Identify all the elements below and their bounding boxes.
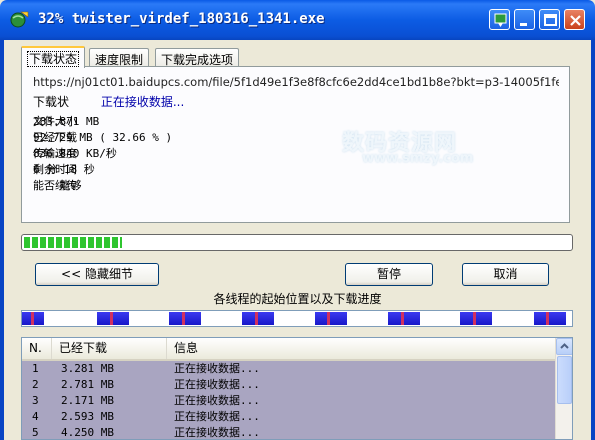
table-row[interactable]: 2 2.781 MB 正在接收数据... — [22, 377, 555, 393]
thread-segment — [169, 312, 202, 325]
table-row[interactable]: 4 2.593 MB 正在接收数据... — [22, 409, 555, 425]
cell-downloaded: 2.593 MB — [61, 410, 114, 423]
minimize-button[interactable] — [514, 9, 535, 30]
maximize-button[interactable] — [539, 9, 560, 30]
cell-downloaded: 2.781 MB — [61, 378, 114, 391]
cell-info: 正在接收数据... — [174, 410, 260, 423]
minimize-icon — [520, 23, 527, 26]
cell-info: 正在接收数据... — [174, 426, 260, 439]
cell-info: 正在接收数据... — [174, 378, 260, 391]
cancel-button[interactable]: 取消 — [462, 263, 549, 286]
close-button[interactable] — [564, 9, 585, 30]
maximize-icon — [544, 14, 557, 26]
tab-download-status[interactable]: 下载状态 — [21, 46, 86, 68]
status-label: 下载状 — [33, 95, 70, 109]
status-row: 下载状 正在接收数据... — [33, 93, 184, 110]
cell-n: 1 — [32, 362, 39, 375]
thread-segment — [22, 312, 44, 325]
cell-downloaded: 3.281 MB — [61, 362, 114, 375]
close-icon — [570, 15, 581, 26]
pause-button[interactable]: 暂停 — [345, 263, 433, 286]
download-url[interactable]: https://nj01ct01.baidupcs.com/file/5f1d4… — [33, 75, 559, 89]
scroll-thumb[interactable] — [557, 356, 572, 404]
column-header-n[interactable]: N. — [22, 338, 52, 359]
column-header-info[interactable]: 信息 — [167, 338, 555, 359]
thread-list: N. 已经下载 信息 1 3.281 MB 正在接收数据... 2 2.781 MB 正在… — [21, 337, 573, 440]
restore-down-icon — [494, 13, 507, 27]
table-row[interactable]: 1 3.281 MB 正在接收数据... — [22, 361, 555, 377]
thread-segment — [460, 312, 493, 325]
tab-completion-options[interactable]: 下载完成选项 — [155, 48, 240, 67]
tab-speed-limit[interactable]: 速度限制 — [89, 48, 150, 67]
watermark: 数码资源网 www.smzy.com — [302, 125, 502, 175]
progress-fill — [24, 237, 123, 248]
scroll-up-button[interactable] — [556, 338, 572, 355]
cell-downloaded: 2.171 MB — [61, 394, 114, 407]
thread-segment — [387, 312, 420, 325]
list-header: N. 已经下载 信息 — [22, 338, 555, 361]
table-row[interactable]: 5 4.250 MB 正在接收数据... — [22, 425, 555, 439]
cell-info: 正在接收数据... — [174, 362, 260, 375]
window-title: 32% twister_virdef_180316_1341.exe — [38, 11, 325, 27]
table-row[interactable]: 3 2.171 MB 正在接收数据... — [22, 393, 555, 409]
hide-details-button[interactable]: << 隐藏细节 — [35, 263, 159, 286]
list-rows: 1 3.281 MB 正在接收数据... 2 2.781 MB 正在接收数据... 3 2.1… — [22, 361, 555, 439]
column-header-downloaded[interactable]: 已经下载 — [52, 338, 167, 359]
chevron-up-icon — [560, 343, 569, 349]
watermark-url: www.smzy.com — [362, 151, 474, 166]
vertical-scrollbar[interactable] — [555, 338, 572, 439]
status-value: 正在接收数据... — [100, 95, 185, 109]
title-bar[interactable]: 32% twister_virdef_180316_1341.exe — [0, 0, 595, 40]
cell-n: 3 — [32, 394, 39, 407]
cell-info: 正在接收数据... — [174, 394, 260, 407]
cell-downloaded: 4.250 MB — [61, 426, 114, 439]
download-status-panel: https://nj01ct01.baidupcs.com/file/5f1d4… — [21, 66, 570, 223]
download-progress-bar — [21, 234, 573, 251]
thread-progress-strip — [21, 310, 573, 327]
cell-n: 5 — [32, 426, 39, 439]
app-globe-icon — [10, 11, 29, 28]
restore-down-button[interactable] — [489, 9, 510, 30]
cell-n: 2 — [32, 378, 39, 391]
cell-n: 4 — [32, 410, 39, 423]
thread-segment — [96, 312, 129, 325]
threads-caption: 各线程的起始位置以及下载进度 — [213, 292, 382, 306]
thread-segment — [314, 312, 347, 325]
thread-segment — [242, 312, 274, 325]
thread-segment — [533, 312, 566, 325]
